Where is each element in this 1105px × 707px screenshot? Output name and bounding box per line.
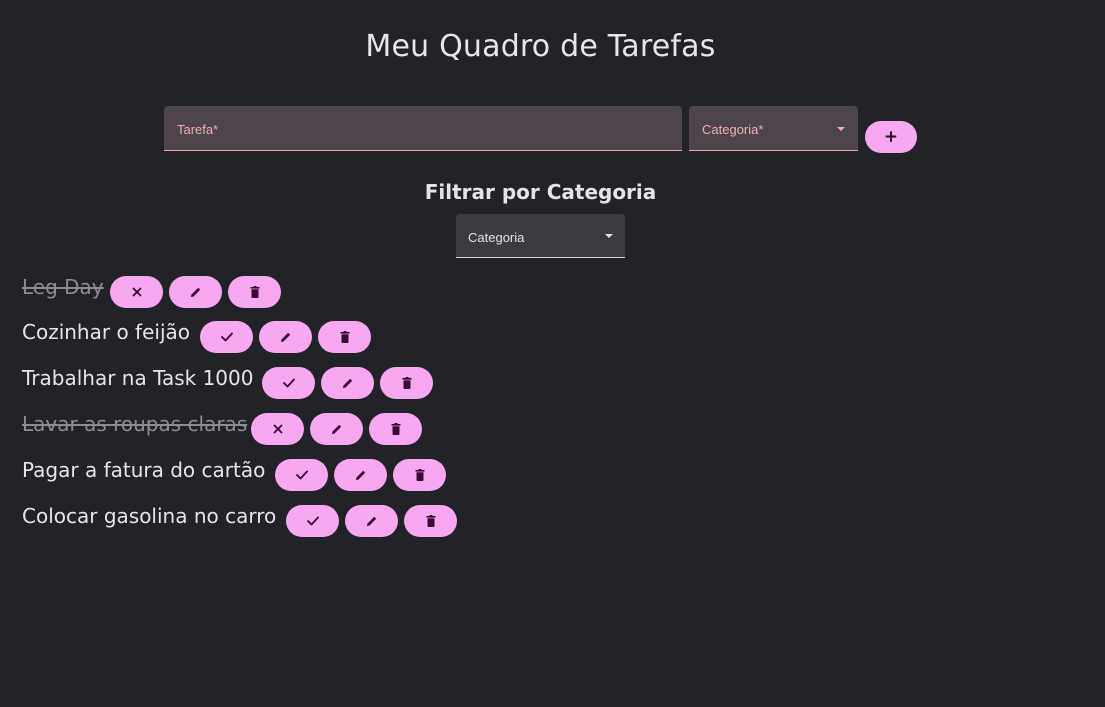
toggle-done-button[interactable]	[200, 321, 253, 353]
add-task-button[interactable]: +	[865, 121, 917, 153]
task-title: Trabalhar na Task 1000	[22, 366, 254, 390]
category-select[interactable]: Categoria*	[689, 106, 858, 151]
task-input[interactable]: Tarefa*	[164, 106, 682, 151]
pencil-icon	[342, 378, 352, 388]
trash-icon	[250, 286, 259, 298]
task-title: Leg Day	[22, 275, 104, 299]
pencil-icon	[355, 470, 365, 480]
delete-button[interactable]	[318, 321, 371, 353]
trash-icon	[391, 423, 400, 435]
dropdown-arrow-icon	[837, 127, 845, 131]
trash-icon	[340, 331, 349, 343]
edit-button[interactable]	[259, 321, 312, 353]
check-icon	[306, 516, 319, 526]
pencil-icon	[366, 516, 376, 526]
task-title: Pagar a fatura do cartão	[22, 458, 266, 482]
close-icon	[273, 424, 282, 434]
check-icon	[220, 332, 233, 342]
edit-button[interactable]	[169, 276, 222, 308]
toggle-done-button[interactable]	[251, 413, 304, 445]
delete-button[interactable]	[228, 276, 281, 308]
pencil-icon	[280, 332, 290, 342]
filter-category-label: Categoria	[468, 230, 525, 245]
edit-button[interactable]	[321, 367, 374, 399]
task-title: Colocar gasolina no carro	[22, 504, 277, 528]
close-icon	[132, 287, 141, 297]
toggle-done-button[interactable]	[110, 276, 163, 308]
trash-icon	[402, 377, 411, 389]
toggle-done-button[interactable]	[262, 367, 315, 399]
trash-icon	[415, 469, 424, 481]
task-title: Cozinhar o feijão	[22, 320, 190, 344]
filter-category-select[interactable]: Categoria	[456, 214, 625, 258]
category-select-label: Categoria*	[702, 122, 764, 137]
filter-title: Filtrar por Categoria	[424, 180, 657, 204]
delete-button[interactable]	[404, 505, 457, 537]
edit-button[interactable]	[334, 459, 387, 491]
task-input-label: Tarefa*	[177, 122, 219, 137]
check-icon	[295, 470, 308, 480]
trash-icon	[426, 515, 435, 527]
delete-button[interactable]	[380, 367, 433, 399]
dropdown-arrow-icon	[605, 234, 613, 238]
pencil-icon	[331, 424, 341, 434]
edit-button[interactable]	[345, 505, 398, 537]
delete-button[interactable]	[393, 459, 446, 491]
plus-icon: +	[883, 127, 899, 147]
task-title: Lavar as roupas claras	[22, 412, 248, 436]
toggle-done-button[interactable]	[286, 505, 339, 537]
page-title: Meu Quadro de Tarefas	[365, 29, 716, 64]
edit-button[interactable]	[310, 413, 363, 445]
delete-button[interactable]	[369, 413, 422, 445]
pencil-icon	[190, 287, 200, 297]
check-icon	[282, 378, 295, 388]
toggle-done-button[interactable]	[275, 459, 328, 491]
